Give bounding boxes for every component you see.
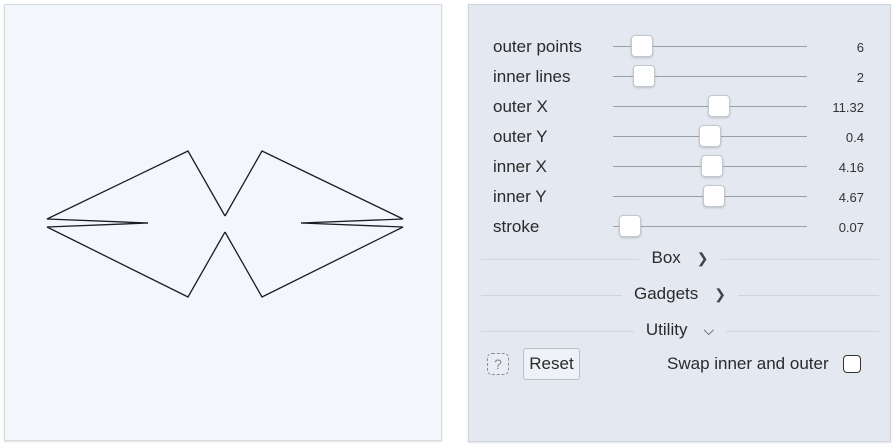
slider-track[interactable] [613, 226, 807, 227]
star-drawing [46, 150, 404, 298]
chevron-right-icon[interactable]: ❯ [708, 286, 732, 302]
slider-row-inner-y: inner Y 4.67 [469, 181, 890, 211]
slider-value: 6 [856, 40, 864, 55]
controls-panel: outer points 6 inner lines 2 outer X 11.… [468, 4, 891, 442]
section-title-gadgets[interactable]: Gadgets [628, 284, 705, 303]
section-utility[interactable]: Utility ⌵ [481, 319, 879, 343]
slider-thumb[interactable] [708, 95, 730, 117]
slider-row-outer-y: outer Y 0.4 [469, 121, 890, 151]
slider-label: outer points [493, 37, 582, 56]
slider-row-outer-points: outer points 6 [469, 31, 890, 61]
swap-inner-outer-label[interactable]: Swap inner and outer [667, 354, 829, 374]
slider-thumb[interactable] [703, 185, 725, 207]
help-button[interactable]: ? [487, 353, 509, 375]
left-upper-outline [46, 150, 226, 224]
slider-value: 4.67 [838, 190, 864, 205]
reset-button[interactable]: Reset [523, 348, 580, 380]
slider-label: stroke [493, 217, 540, 236]
slider-label: inner Y [493, 187, 547, 206]
slider-row-stroke: stroke 0.07 [469, 211, 890, 241]
chevron-right-icon[interactable]: ❯ [690, 250, 715, 266]
slider-value: 0.4 [845, 130, 864, 145]
slider-label: inner X [493, 157, 547, 176]
slider-label: outer X [493, 97, 548, 116]
section-title-box[interactable]: Box [645, 248, 687, 267]
section-gadgets[interactable]: Gadgets ❯ [481, 283, 879, 307]
swap-inner-outer-checkbox[interactable] [843, 355, 861, 373]
chevron-down-icon[interactable]: ⌵ [697, 322, 721, 338]
left-lower-outline [46, 222, 226, 298]
slider-value: 11.32 [832, 100, 864, 115]
section-title-utility[interactable]: Utility [639, 320, 694, 339]
slider-row-inner-lines: inner lines 2 [469, 61, 890, 91]
slider-label: inner lines [493, 67, 571, 86]
slider-row-outer-x: outer X 11.32 [469, 91, 890, 121]
slider-thumb[interactable] [619, 215, 641, 237]
slider-thumb[interactable] [701, 155, 723, 177]
slider-thumb[interactable] [699, 125, 721, 147]
slider-value: 0.07 [838, 220, 864, 235]
section-box[interactable]: Box ❯ [481, 247, 879, 271]
slider-value: 4.16 [838, 160, 864, 175]
slider-thumb[interactable] [631, 35, 653, 57]
drawing-canvas [4, 4, 442, 441]
right-lower-outline [224, 222, 404, 298]
slider-thumb[interactable] [633, 65, 655, 87]
slider-label: outer Y [493, 127, 548, 146]
slider-row-inner-x: inner X 4.16 [469, 151, 890, 181]
slider-value: 2 [856, 70, 864, 85]
right-upper-outline [224, 150, 404, 224]
